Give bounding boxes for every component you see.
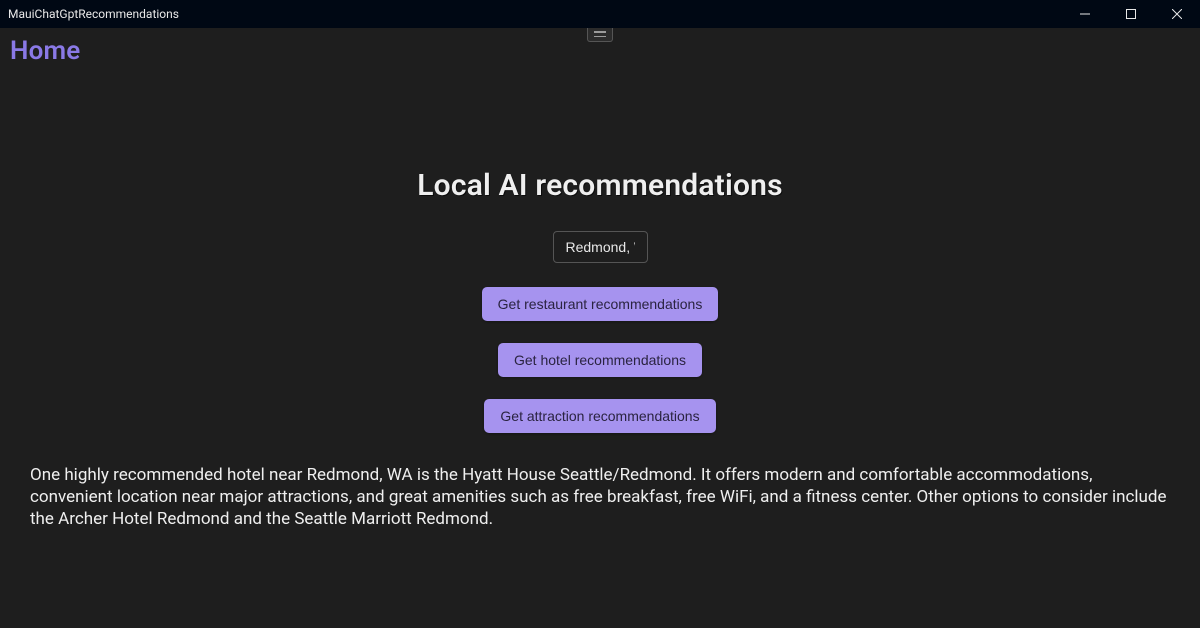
close-icon: [1172, 9, 1182, 19]
get-attraction-button[interactable]: Get attraction recommendations: [484, 399, 715, 433]
nav-home-link[interactable]: Home: [10, 36, 81, 66]
hamburger-icon: [594, 31, 606, 37]
page-heading: Local AI recommendations: [417, 168, 782, 203]
recommendation-result: One highly recommended hotel near Redmon…: [30, 464, 1170, 530]
window-title: MauiChatGptRecommendations: [8, 7, 179, 21]
get-hotel-button[interactable]: Get hotel recommendations: [498, 343, 702, 377]
minimize-icon: [1080, 9, 1090, 19]
maximize-button[interactable]: [1108, 0, 1154, 28]
app-body: Home Local AI recommendations Get restau…: [0, 28, 1200, 628]
debug-handle[interactable]: [587, 28, 613, 42]
main-content: Local AI recommendations Get restaurant …: [0, 168, 1200, 455]
window-control-group: [1062, 0, 1200, 28]
get-restaurant-button[interactable]: Get restaurant recommendations: [482, 287, 719, 321]
maximize-icon: [1126, 9, 1136, 19]
location-input[interactable]: [553, 231, 648, 263]
close-button[interactable]: [1154, 0, 1200, 28]
minimize-button[interactable]: [1062, 0, 1108, 28]
window-titlebar: MauiChatGptRecommendations: [0, 0, 1200, 28]
